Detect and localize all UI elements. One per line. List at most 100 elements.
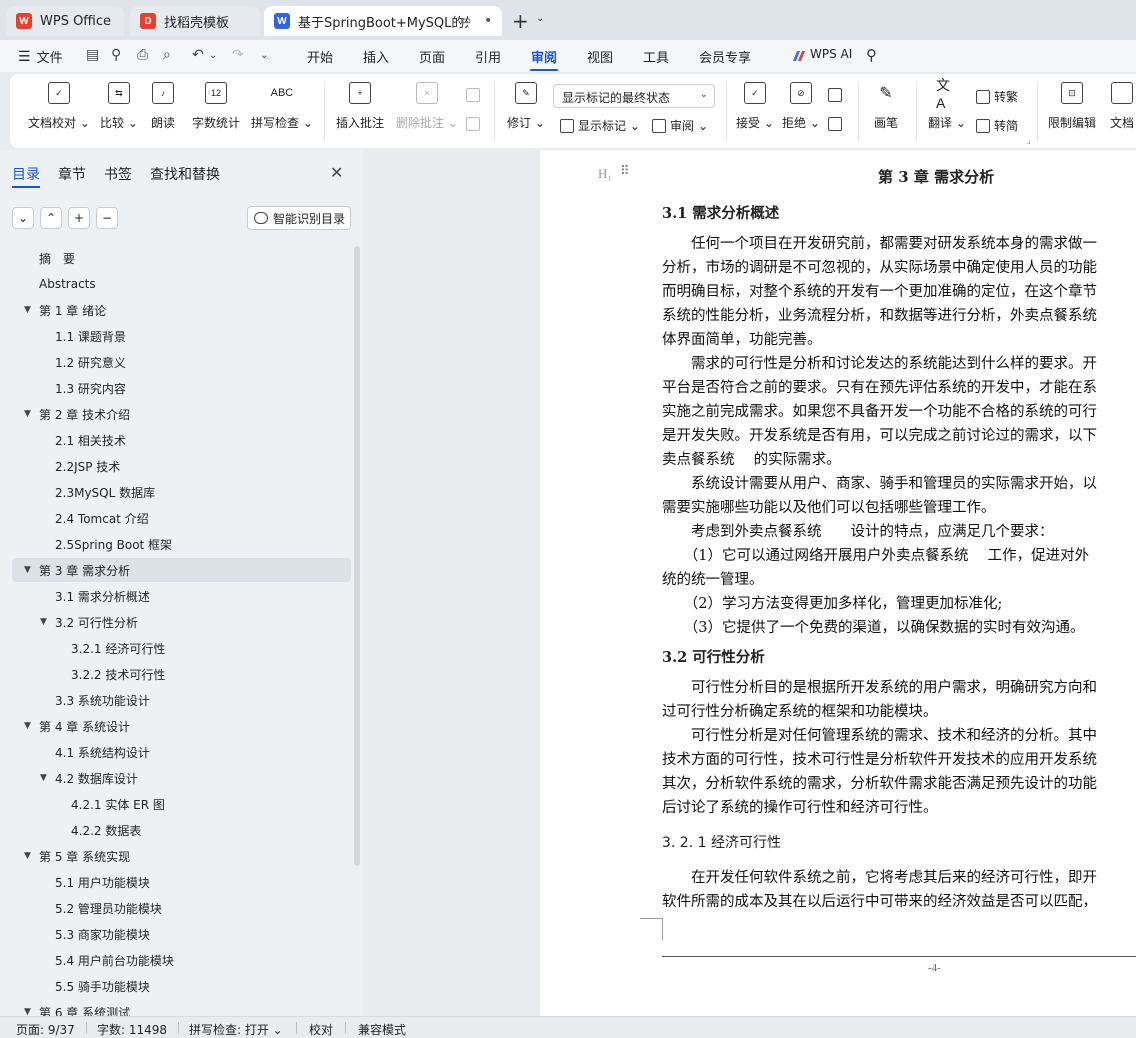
expand-arrow-icon[interactable]: ▼ [24,721,31,731]
expand-arrow-icon[interactable]: ▼ [24,851,31,861]
document-page[interactable]: H₁ ⠿ 第 3 章 需求分析 -4- 3.1 需求分析概述 任何一个项目在开发… [540,150,1136,1016]
menu-insert[interactable]: 插入 [363,47,389,66]
toc-item[interactable]: 4.2.2 数据表 [0,818,352,842]
compare-button[interactable]: ⇆ 比较 ⌄ [100,82,138,131]
toc-item[interactable]: 4.1 系统结构设计 [0,740,352,764]
prev-revision-button[interactable] [828,88,842,102]
print-preview-icon[interactable]: ⌕ [163,47,171,63]
expand-arrow-icon[interactable]: ▼ [24,1007,31,1016]
nav-tab-sections[interactable]: 章节 [58,164,86,184]
spell-check-button[interactable]: ABC 拼写检查 ⌄ [251,82,313,131]
menu-review[interactable]: 审阅 [531,47,557,66]
toc-item[interactable]: ▼ 第 1 章 绪论 [0,298,352,322]
undo-icon[interactable]: ↶ [192,47,204,63]
accept-button[interactable]: ✓ 接受 ⌄ [736,82,774,131]
document-button[interactable]: 文档 [1110,82,1134,131]
close-icon[interactable]: ✕ [330,163,343,182]
tab-docer-templates[interactable]: D 找稻壳模板 [130,6,260,36]
expand-arrow-icon[interactable]: ▼ [40,773,47,783]
toc-item[interactable]: 2.2JSP 技术 [0,454,352,478]
remove-heading-button[interactable]: − [96,207,118,229]
print-icon[interactable]: ⎙ [137,47,148,63]
menu-start[interactable]: 开始 [307,47,333,66]
toc-item[interactable]: 3.1 需求分析概述 [0,584,352,608]
toc-item[interactable]: 5.2 管理员功能模块 [0,896,352,920]
file-menu[interactable]: ☰ 文件 [18,47,63,67]
customize-toolbar-icon[interactable]: ⌄ [260,50,268,61]
expand-group-icon[interactable]: ⌟ [1027,136,1031,145]
insert-comment-button[interactable]: + 插入批注 [336,82,384,131]
collapse-all-button[interactable]: ⌄ [12,207,34,229]
prev-comment-button[interactable] [466,88,480,102]
status-spell-check[interactable]: 拼写检查: 打开 ⌄ [189,1021,283,1038]
redo-icon[interactable]: ↷ [232,47,244,63]
toc-item[interactable]: ▼ 第 5 章 系统实现 [0,844,352,868]
toc-item[interactable]: 2.4 Tomcat 介绍 [0,506,352,530]
translate-button[interactable]: 文A 翻译 ⌄ [928,77,966,131]
toc-item[interactable]: 2.5Spring Boot 框架 [0,532,352,556]
toc-item[interactable]: 3.2.1 经济可行性 [0,636,352,660]
menu-page[interactable]: 页面 [419,47,445,66]
status-page[interactable]: 页面: 9/37 [16,1021,75,1038]
next-revision-button[interactable] [828,117,842,131]
word-count-button[interactable]: 12 字数统计 [192,82,240,131]
toc-item[interactable]: 5.3 商家功能模块 [0,922,352,946]
toc-item[interactable]: 1.1 课题背景 [0,324,352,348]
share-icon[interactable]: ⚲ [111,47,121,63]
to-simplified-button[interactable]: 转简 [976,117,1018,134]
expand-arrow-icon[interactable]: ▼ [40,617,47,627]
nav-tab-find-replace[interactable]: 查找和替换 [150,164,220,184]
toc-item[interactable]: ▼ 第 6 章 系统测试 [0,1000,352,1017]
menu-view[interactable]: 视图 [587,47,613,66]
pen-button[interactable]: ✎ 画笔 [874,82,898,131]
toc-item[interactable]: ▼ 第 4 章 系统设计 [0,714,352,738]
toc-item[interactable]: 5.1 用户功能模块 [0,870,352,894]
read-aloud-button[interactable]: ♪ 朗读 [151,82,175,131]
delete-comment-button[interactable]: × 删除批注 ⌄ [396,82,458,131]
expand-up-button[interactable]: ⌃ [40,207,62,229]
toc-item[interactable]: ▼ 第 3 章 需求分析 [12,558,351,582]
toc-scrollbar[interactable] [354,246,360,866]
restrict-edit-button[interactable]: ⊡ 限制编辑 [1048,82,1096,131]
to-traditional-button[interactable]: 转繁 [976,88,1018,105]
expand-arrow-icon[interactable]: ▼ [24,409,31,419]
toc-item[interactable]: 2.1 相关技术 [0,428,352,452]
smart-toc-button[interactable]: 智能识别目录 [247,206,351,230]
heading-style-icon[interactable]: H₁ [598,166,612,182]
doc-check-button[interactable]: ✓ 文档校对 ⌄ [28,82,90,131]
toc-item[interactable]: 5.5 骑手功能模块 [0,974,352,998]
undo-dropdown-icon[interactable]: ⌄ [209,50,217,61]
menu-reference[interactable]: 引用 [475,47,501,66]
drag-handle-icon[interactable]: ⠿ [620,164,629,179]
toc-item[interactable]: ▼ 3.2 可行性分析 [0,610,352,634]
menu-wps-ai[interactable]: WPS AI [810,47,852,61]
toc-item[interactable]: 2.3MySQL 数据库 [0,480,352,504]
nav-tab-toc[interactable]: 目录 [12,164,40,184]
expand-arrow-icon[interactable]: ▼ [24,565,31,575]
show-markup-button[interactable]: 显示标记 ⌄ [560,117,640,134]
status-proofread[interactable]: 校对 [309,1021,333,1038]
menu-member[interactable]: 会员专享 [699,47,751,66]
toc-item[interactable]: Abstracts [0,272,352,296]
tab-document[interactable]: W 基于SpringBoot+MySQL的外 ▭ • [264,6,502,36]
nav-tab-bookmarks[interactable]: 书签 [104,164,132,184]
expand-arrow-icon[interactable]: ▼ [24,305,31,315]
toc-item[interactable]: 1.2 研究意义 [0,350,352,374]
toc-item[interactable]: 4.2.1 实体 ER 图 [0,792,352,816]
new-tab-icon[interactable]: + [512,9,529,33]
reject-button[interactable]: ⊘ 拒绝 ⌄ [782,82,820,131]
markup-state-select[interactable]: 显示标记的最终状态 ⌄ [553,84,715,108]
review-pane-button[interactable]: 审阅 ⌄ [652,117,708,134]
toc-item[interactable]: 3.2.2 技术可行性 [0,662,352,686]
menu-tools[interactable]: 工具 [643,47,669,66]
status-word-count[interactable]: 字数: 11498 [97,1021,167,1038]
add-heading-button[interactable]: + [68,207,90,229]
toc-item[interactable]: ▼ 第 2 章 技术介绍 [0,402,352,426]
toc-item[interactable]: 1.3 研究内容 [0,376,352,400]
unsaved-dot-icon[interactable]: • [484,13,492,29]
save-icon[interactable]: ▤ [86,47,99,63]
toc-item[interactable]: ▼ 4.2 数据库设计 [0,766,352,790]
toc-item[interactable]: 5.4 用户前台功能模块 [0,948,352,972]
toc-item[interactable]: 3.3 系统功能设计 [0,688,352,712]
tab-wps-office[interactable]: W WPS Office [6,6,124,36]
